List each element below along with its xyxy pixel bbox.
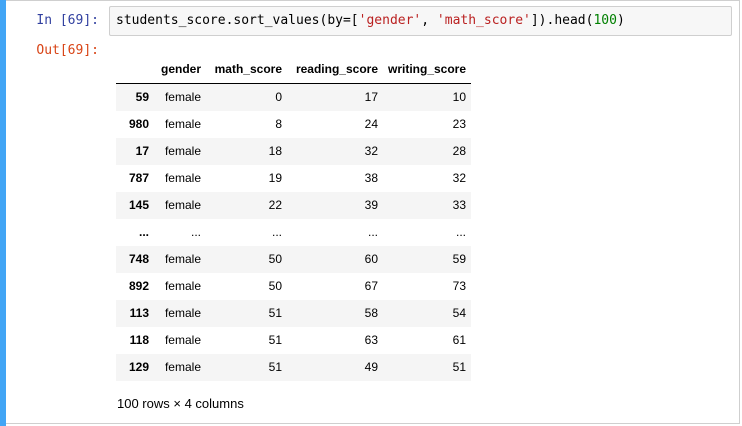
cell-gender: female xyxy=(164,90,201,104)
row-index: 892 xyxy=(128,279,149,293)
cell-writing-score: 73 xyxy=(452,279,467,293)
dataframe-shape-summary: 100 rows × 4 columns xyxy=(117,396,244,411)
dataframe-table: gender math_score reading_score writing_… xyxy=(116,56,472,381)
cell-writing-score: 28 xyxy=(452,144,467,158)
code-text: ]).head( xyxy=(530,13,594,28)
row-index: 118 xyxy=(129,333,149,347)
cell-math-score: 8 xyxy=(275,117,282,131)
table-row: 787 female 19 38 32 xyxy=(116,165,471,192)
row-index: 980 xyxy=(128,117,149,131)
cell-writing-score: 54 xyxy=(452,306,467,320)
row-index: 145 xyxy=(128,198,149,212)
cell-reading-score: 38 xyxy=(364,171,378,185)
cell-gender: female xyxy=(164,117,201,131)
cell-reading-score: ... xyxy=(367,225,378,239)
cell-gender: female xyxy=(164,333,201,347)
cell-gender: female xyxy=(164,360,201,374)
row-index: 787 xyxy=(128,171,149,185)
table-row: 113 female 51 58 54 xyxy=(116,300,472,327)
index-header xyxy=(116,56,154,84)
column-header: reading_score xyxy=(287,56,383,84)
cell-reading-score: 63 xyxy=(364,333,378,347)
column-header: writing_score xyxy=(383,56,472,84)
table-row: 748 female 50 60 59 xyxy=(116,246,472,273)
column-header: math_score xyxy=(206,56,287,84)
cell-writing-score: 23 xyxy=(452,117,467,131)
cell-reading-score: 49 xyxy=(364,360,378,374)
row-index: ... xyxy=(138,225,149,239)
cell-math-score: 50 xyxy=(268,279,282,293)
row-index: 17 xyxy=(135,144,149,158)
code-string-math-score: 'math_score' xyxy=(436,13,531,28)
cell-math-score: 50 xyxy=(268,252,282,266)
cell-reading-score: 67 xyxy=(364,279,378,293)
cell-math-score: 0 xyxy=(275,90,282,104)
cell-writing-score: 33 xyxy=(452,198,467,212)
cell-reading-score: 17 xyxy=(364,90,378,104)
cell-math-score: 18 xyxy=(268,144,282,158)
cell-reading-score: 58 xyxy=(364,306,378,320)
row-index: 59 xyxy=(135,90,149,104)
table-row-ellipsis: ... ... ... ... ... xyxy=(116,219,471,246)
table-row: 892 female 50 67 73 xyxy=(116,273,471,300)
cell-writing-score: ... xyxy=(456,225,467,239)
table-row: 118 female 51 63 61 xyxy=(116,327,471,354)
table-row: 980 female 8 24 23 xyxy=(116,111,471,138)
cell-gender: female xyxy=(164,306,201,320)
code-string-gender: 'gender' xyxy=(358,13,422,28)
cell-math-score: 22 xyxy=(268,198,282,212)
cell-math-score: 51 xyxy=(268,306,282,320)
cell-writing-score: 61 xyxy=(452,333,467,347)
cell-math-score: 19 xyxy=(268,171,282,185)
cell-gender: female xyxy=(164,171,201,185)
input-prompt: In [69]: xyxy=(36,13,99,28)
cell-reading-score: 60 xyxy=(364,252,378,266)
selected-cell-indicator xyxy=(0,0,6,426)
cell-writing-score: 51 xyxy=(452,360,467,374)
code-input[interactable]: students_score.sort_values(by=['gender',… xyxy=(109,6,732,36)
cell-math-score: 51 xyxy=(268,360,282,374)
table-header-row: gender math_score reading_score writing_… xyxy=(116,56,472,84)
cell-math-score: 51 xyxy=(268,333,282,347)
cell-reading-score: 39 xyxy=(364,198,378,212)
cell-gender: ... xyxy=(190,225,201,239)
table-row: 59 female 0 17 10 xyxy=(116,83,472,111)
cell-writing-score: 59 xyxy=(452,252,467,266)
code-text: students_score.sort_values(by=[ xyxy=(116,13,359,28)
cell-reading-score: 32 xyxy=(364,144,378,158)
column-header: gender xyxy=(154,56,206,84)
cell-gender: female xyxy=(164,144,201,158)
code-text: ) xyxy=(616,13,625,28)
row-index: 129 xyxy=(128,360,149,374)
table-row: 145 female 22 39 33 xyxy=(116,192,472,219)
cell-math-score: ... xyxy=(271,225,282,239)
row-index: 748 xyxy=(128,252,149,266)
cell-writing-score: 10 xyxy=(452,90,467,104)
cell-gender: female xyxy=(164,198,201,212)
table-row: 17 female 18 32 28 xyxy=(116,138,472,165)
cell-reading-score: 24 xyxy=(364,117,378,131)
cell-gender: female xyxy=(164,252,201,266)
cell-gender: female xyxy=(164,279,201,293)
code-text: , xyxy=(421,13,437,28)
code-number: 100 xyxy=(593,13,617,28)
cell-writing-score: 32 xyxy=(452,171,467,185)
table-row: 129 female 51 49 51 xyxy=(116,354,472,381)
row-index: 113 xyxy=(129,306,149,320)
output-prompt: Out[69]: xyxy=(36,43,99,58)
